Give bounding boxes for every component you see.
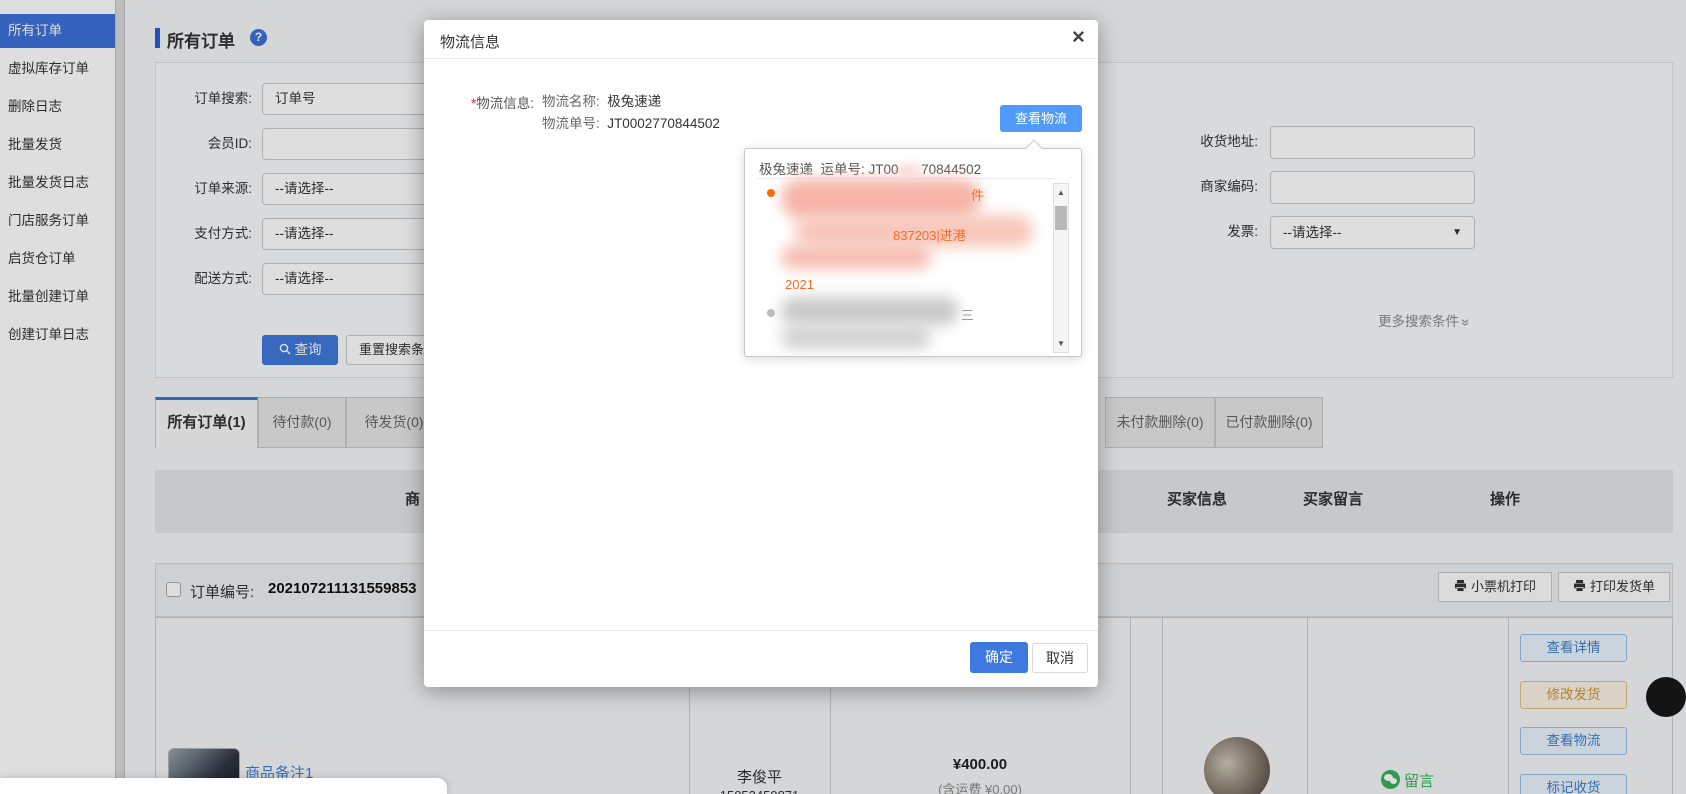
logistics-field-label: *物流信息: [471, 92, 534, 112]
order-management-page: 所有订单 虚拟库存订单 删除日志 批量发货 批量发货日志 门店服务订单 启货仓订… [0, 0, 1686, 794]
logistics-name-value: 极兔速递 [607, 94, 661, 109]
redacted-text-blob [781, 325, 931, 349]
scroll-down-icon[interactable]: ▼ [1054, 339, 1068, 348]
scrollbar-thumb[interactable] [1055, 206, 1067, 230]
tracking-fragment: 三 [961, 305, 974, 324]
tracking-scrollbar[interactable]: ▲ ▼ [1053, 183, 1069, 353]
floating-chat-bubble[interactable] [1646, 677, 1686, 717]
view-logistics-modal-button[interactable]: 查看物流 [1000, 105, 1082, 132]
logistics-number-value: JT0002770844502 [607, 116, 720, 131]
tracking-fragment: 2021 [785, 277, 814, 292]
modal-title: 物流信息 [440, 31, 500, 52]
close-icon[interactable]: × [1072, 24, 1085, 50]
tracking-popup: 极兔速递 运单号: JT0002770844502 件 837203|进港 20… [744, 148, 1082, 357]
logistics-name-line: 物流名称: 极兔速递 [542, 90, 661, 110]
bottom-left-popup [0, 778, 447, 794]
tracking-dot-older [767, 309, 775, 317]
tracking-popup-header: 极兔速递 运单号: JT0002770844502 [759, 158, 981, 178]
redacted-text-blob [781, 297, 959, 325]
logistics-number-line: 物流单号: JT0002770844502 [542, 112, 720, 132]
confirm-button[interactable]: 确定 [970, 642, 1028, 673]
scroll-up-icon[interactable]: ▲ [1054, 188, 1068, 197]
tracking-fragment: 件 [971, 185, 984, 204]
tracking-dot-latest [767, 189, 775, 197]
redacted-waybill-digits: 027 [899, 162, 922, 177]
redacted-text-blob [781, 179, 981, 219]
cancel-button[interactable]: 取消 [1032, 643, 1088, 673]
tracking-fragment: 837203|进港 [893, 225, 966, 244]
redacted-text-blob [781, 245, 931, 269]
logistics-info-modal: 物流信息 × *物流信息: 物流名称: 极兔速递 物流单号: JT0002770… [424, 20, 1098, 687]
